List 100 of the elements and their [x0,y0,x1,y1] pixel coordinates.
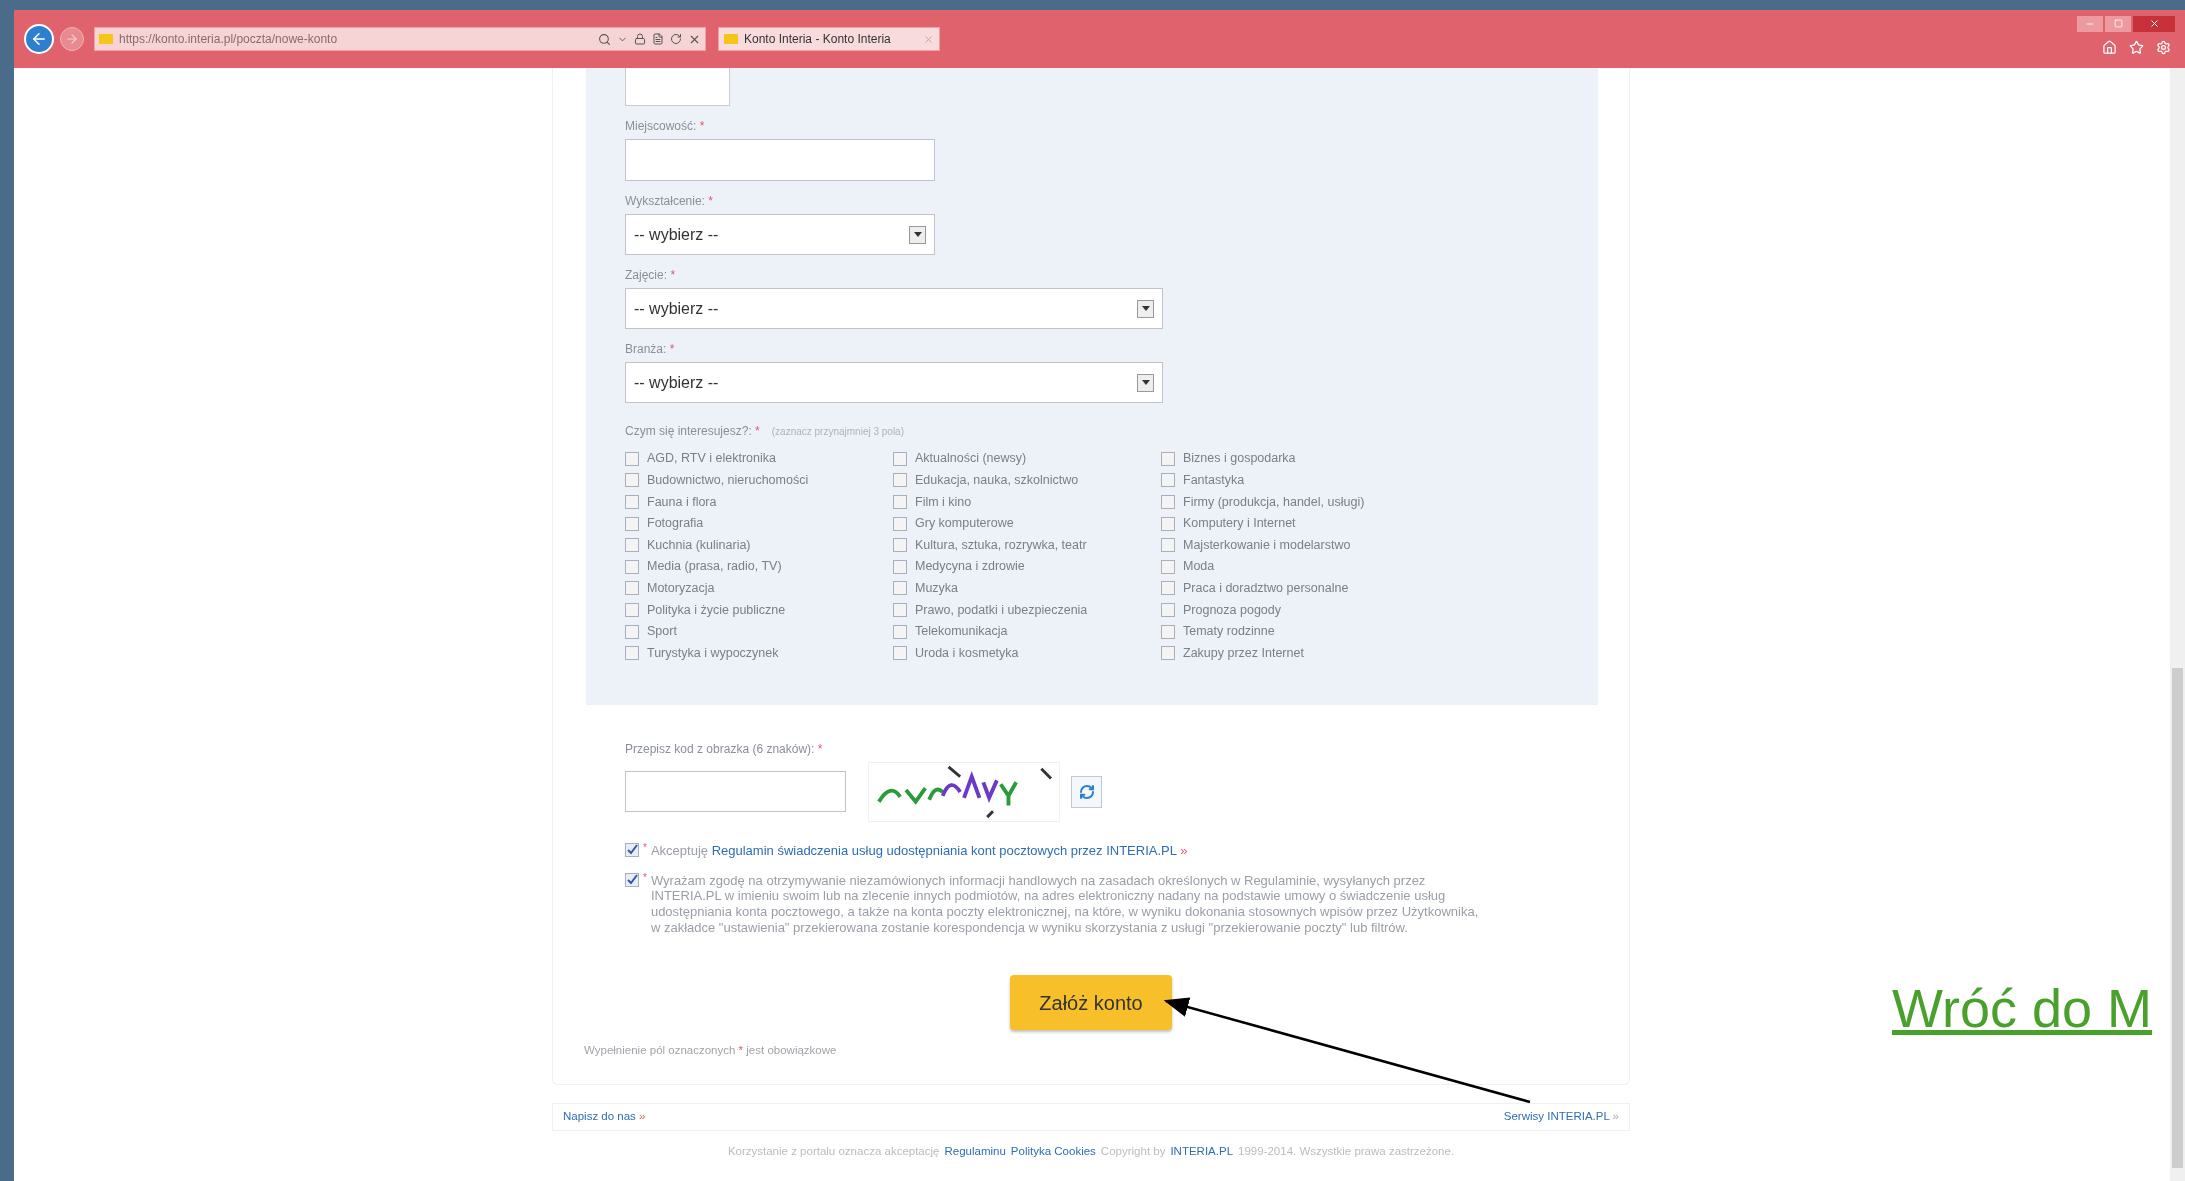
checkbox[interactable] [625,602,639,617]
field-label: Branża: * [625,342,676,356]
field-label: Miejscowość: * [625,119,706,133]
scrollbar-thumb[interactable] [2172,668,2183,1168]
checkbox-label: Kuchnia (kulinaria) [647,536,751,554]
checkbox[interactable] [625,842,639,857]
select-field[interactable]: -- wybierz -- [625,362,1163,403]
checkbox[interactable] [1161,538,1175,553]
checkbox[interactable] [1161,646,1175,661]
checkbox[interactable] [625,559,639,574]
checkbox[interactable] [625,538,639,553]
select-field[interactable]: -- wybierz -- [625,214,935,255]
checkbox[interactable] [625,495,639,509]
checkbox[interactable] [1161,516,1175,531]
favicon-icon [99,34,113,44]
browser-tab[interactable]: Konto Interia - Konto Interia [718,27,940,51]
checkbox[interactable] [625,516,639,531]
checkbox-label: Prognoza pogody [1183,601,1281,619]
field-label: Wykształcenie: * [625,194,714,208]
lock-icon [634,33,646,45]
checkbox-label: Aktualności (newsy) [915,450,1027,468]
checkbox-label: Zakupy przez Internet [1183,644,1304,662]
create-account-button[interactable]: Załóż konto [1010,975,1172,1031]
checkbox[interactable] [893,581,907,596]
checkbox-label: Budownictwo, nieruchomości [647,472,809,489]
back-link[interactable]: Wróć do M [1892,968,2153,1049]
consent-text: Akceptuję Regulamin świadczenia usług udostępniania kont pocztowych przez INTERIA.PL » [650,842,1189,859]
input-field[interactable] [625,68,730,106]
checkbox[interactable] [1161,559,1175,574]
maximize-icon [2113,19,2123,28]
input-field[interactable] [625,771,846,813]
maximize-button[interactable] [2105,15,2131,32]
checkbox-label: Fotografia [647,515,704,533]
forward-button[interactable] [60,27,84,51]
checkbox[interactable] [625,624,639,639]
star-icon[interactable] [2129,39,2144,55]
checkbox[interactable] [893,495,907,509]
terms-link[interactable]: Regulamin świadczenia usług udostępniania kont pocztowych przez INTERIA.PL [711,842,1177,858]
checkbox[interactable] [893,646,907,661]
checkbox[interactable] [893,602,907,617]
document-icon[interactable] [652,33,664,45]
refresh-icon[interactable] [670,33,682,45]
search-icon[interactable] [598,32,611,46]
checkbox-label: Telekomunikacja [915,623,1008,641]
close-button[interactable] [2133,15,2175,32]
checkbox[interactable] [1161,581,1175,596]
checkbox[interactable] [893,473,907,488]
contact-link[interactable]: Napisz do nas » [563,1108,646,1126]
checkbox-label: Gry komputerowe [915,515,1014,533]
checkbox-label: Turystyka i wypoczynek [647,644,779,662]
footer-link[interactable]: Regulaminu [944,1142,1006,1160]
footer-text: Korzystanie z portalu oznacza akceptację [727,1143,940,1159]
address-bar[interactable]: https://konto.interia.pl/poczta/nowe-konto [94,27,706,51]
tab-title: Konto Interia - Konto Interia [744,31,892,48]
checkbox[interactable] [1161,602,1175,617]
home-icon[interactable] [2102,39,2117,55]
checkbox-label: Film i kino [915,493,972,511]
dropdown-icon[interactable] [1137,373,1154,392]
checkbox[interactable] [893,559,907,574]
checkbox[interactable] [893,516,907,531]
footer-link[interactable]: Polityka Cookies [1010,1142,1096,1160]
checkbox[interactable] [893,538,907,553]
dropdown-icon[interactable] [909,225,926,244]
required-note: Wypełnienie pól oznaczonych * jest obowiązkowe [584,1043,838,1059]
checkbox[interactable] [1161,473,1175,488]
back-button[interactable] [24,24,54,54]
required-mark: * [643,872,647,883]
input-field[interactable] [625,139,935,181]
checkbox[interactable] [625,581,639,596]
checkbox[interactable] [625,646,639,661]
checkbox-label: Praca i doradztwo personalne [1183,580,1349,597]
checkbox[interactable] [1161,451,1175,466]
checkbox[interactable] [625,872,639,887]
field-label: Przepisz kod z obrazka (6 znaków): * [625,741,824,756]
checkbox-label: Biznes i gospodarka [1183,450,1296,468]
checkbox-label: Tematy rodzinne [1183,623,1275,641]
footer-link[interactable]: INTERIA.PL [1170,1142,1234,1160]
checkbox[interactable] [893,451,907,466]
checkbox[interactable] [1161,495,1175,509]
consent-text: Wyrażam zgodę na otrzymywanie niezamówionych informacji handlowych na zasadach określonych w Regulaminie, wysyłanych przez INTERIA.PL w imieniu swoim lub na zlecenie innych podmiotów, na adres elektroniczny nadany na podstawie umowy o świadczenie usług udostępniania konta pocztowego, a także na konta poczty elektronicznej, na które, w wyniku dokonania stosownych wpisów przez Użytkownika, w zakładce "ustawienia" przekierowana zostanie korespondencja w wyniku skorzystania z usługi "przekierowanie poczty" lub filtrów. [650,872,1480,936]
checkbox-label: Medycyna i zdrowie [915,558,1025,576]
checkbox-label: Motoryzacja [647,580,715,597]
refresh-button[interactable] [1071,775,1102,808]
settings-icon[interactable] [2156,39,2171,55]
url-text: https://konto.interia.pl/poczta/nowe-konto [119,31,339,48]
select-field[interactable]: -- wybierz -- [625,288,1163,329]
forward-arrow-icon [65,32,79,46]
checkbox[interactable] [625,451,639,466]
checkbox[interactable] [1161,624,1175,639]
checkbox-label: Uroda i kosmetyka [915,644,1019,662]
services-link[interactable]: Serwisy INTERIA.PL » [1503,1108,1619,1126]
close-icon [2148,18,2160,29]
refresh-icon [1078,783,1095,800]
checkbox[interactable] [625,473,639,488]
checkbox-label: Majsterkowanie i modelarstwo [1183,536,1351,554]
field-label: Czym się interesujesz?: * [625,423,760,440]
minimize-button[interactable] [2077,15,2103,32]
footer-text: 1999-2014. Wszystkie prawa zastrzeżone. [1238,1143,1455,1159]
dropdown-icon[interactable] [1137,299,1154,318]
checkbox[interactable] [893,624,907,639]
